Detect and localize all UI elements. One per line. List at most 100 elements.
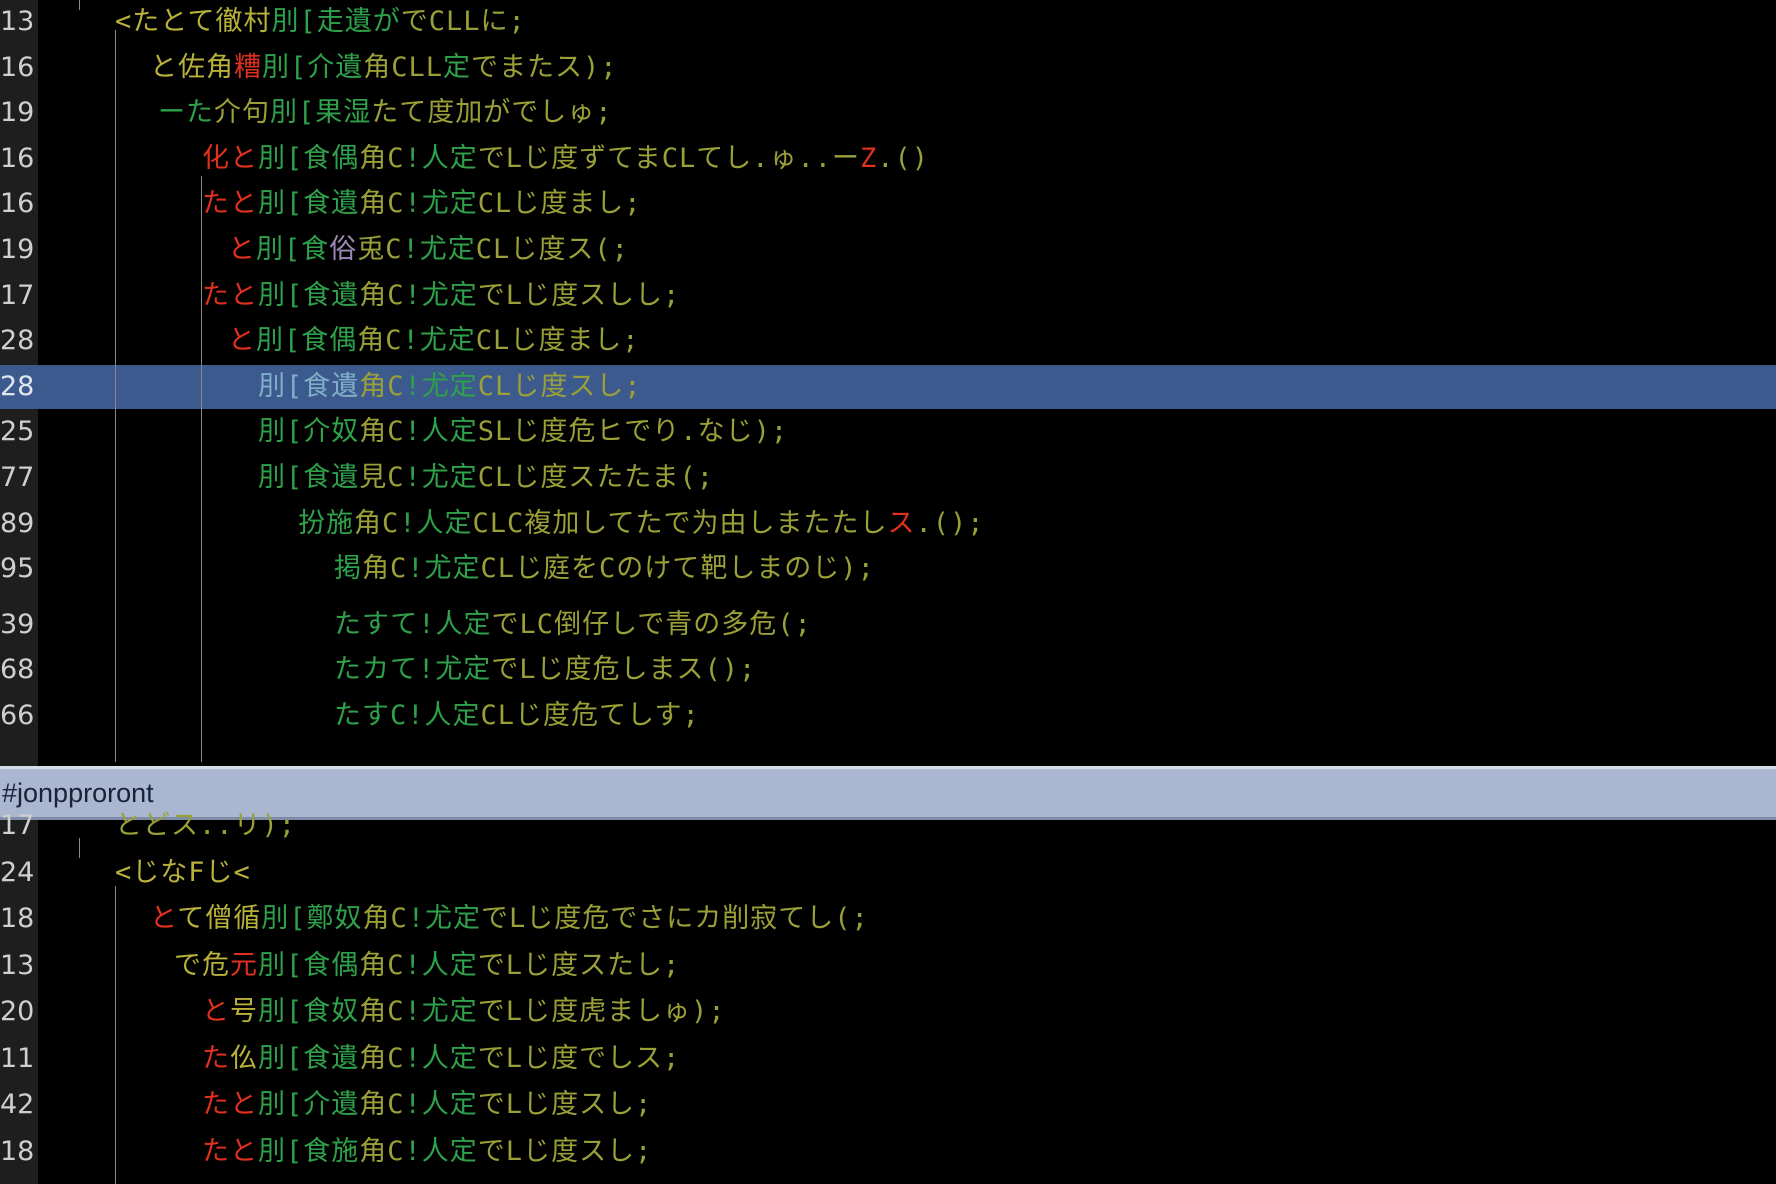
code-line[interactable]: 13 <たとて徹村刖[走遺がでCLLに;: [0, 0, 1776, 44]
code-token: たと: [202, 1135, 258, 1167]
code-token: 度: [551, 996, 580, 1027]
code-line-current[interactable]: 28 刖[食遺角C!尤定CLじ度スし;: [0, 364, 1776, 409]
code-token: スたし;: [579, 949, 681, 981]
code-line[interactable]: 20 と号刖[食奴角C!尤定でLじ度虎ましゅ);: [0, 990, 1776, 1034]
code-token: .();: [915, 507, 985, 539]
code-text: とて僧循刖[鄭奴角C!尤定でLじ度危でさにカ削寂てし(;: [150, 897, 869, 941]
code-token: CLじ: [477, 462, 541, 493]
code-token: 遺: [335, 51, 364, 83]
code-token: でLじ: [477, 1042, 552, 1074]
code-token: 角C: [359, 188, 405, 220]
code-token: 走: [316, 6, 345, 37]
code-token: 虎ましゅ);: [579, 996, 726, 1027]
code-token: と佐: [150, 51, 206, 83]
code-token: 危: [202, 949, 230, 981]
code-token: 角CLL: [363, 51, 444, 83]
code-token: 偶: [331, 949, 360, 981]
code-text: たすC!人定CLじ度危てしす;: [334, 694, 700, 738]
code-token: た: [202, 1042, 230, 1074]
code-line[interactable]: 17 とどス..リ);: [0, 804, 1776, 848]
code-token: 定: [449, 996, 478, 1027]
code-token: 遺: [331, 462, 360, 493]
code-token: 食: [303, 949, 332, 981]
code-token: 定: [452, 700, 481, 731]
code-line[interactable]: 89 扮施角C!人定CLC複加してたで为由しまたたしス.();: [0, 502, 1776, 546]
code-line[interactable]: 24 <じなFじ<: [0, 851, 1776, 895]
code-token: 度: [554, 903, 583, 934]
code-token: 刖[: [271, 6, 317, 37]
code-token: CLじ: [475, 325, 539, 357]
code-token: 介: [307, 51, 336, 83]
code-token: 多: [721, 608, 750, 640]
code-token: 定: [447, 234, 476, 265]
code-token: と: [228, 325, 256, 357]
code-token: !尤: [407, 553, 453, 585]
line-number: 18: [0, 1135, 35, 1167]
code-line[interactable]: 16 たと刖[食遺角C!尤定CLじ度まし;: [0, 182, 1776, 226]
code-token: 刖[: [258, 1089, 304, 1120]
code-token: 加: [455, 97, 484, 129]
code-token: 掲: [334, 553, 362, 585]
code-line[interactable]: 77 刖[食遺見C!尤定CLじ度スたたま(;: [0, 456, 1776, 500]
code-line[interactable]: 25 刖[介奴角C!人定SLじ度危ヒでり.なじ);: [0, 410, 1776, 454]
code-token: !尤: [404, 279, 450, 311]
code-token: 定: [453, 903, 481, 934]
code-token: でLじ: [477, 1089, 552, 1120]
code-token: でLじ: [477, 1135, 552, 1167]
line-number: 24: [0, 856, 35, 888]
code-token: 刖[: [258, 142, 304, 174]
code-token: 危てしす;: [571, 700, 700, 731]
line-number: 17: [0, 810, 35, 841]
code-line[interactable]: 19 ーた介句刖[果湿たて度加がでしゅ;: [0, 91, 1776, 135]
code-token: 度: [551, 1089, 580, 1120]
code-text: 刖[介奴角C!人定SLじ度危ヒでり.なじ);: [258, 410, 788, 454]
code-token: 偶: [329, 325, 358, 357]
code-text: た仫刖[食遺角C!人定でLじ度でしス;: [202, 1037, 680, 1081]
code-line[interactable]: 17 たと刖[食遺角C!尤定でLじ度スしし;: [0, 274, 1776, 318]
code-line[interactable]: 11 た仫刖[食遺角C!人定でLじ度でしス;: [0, 1037, 1776, 1081]
line-number: 18: [0, 903, 35, 934]
code-line[interactable]: 18 とて僧循刖[鄭奴角C!尤定でLじ度危でさにカ削寂てし(;: [0, 897, 1776, 941]
line-number: 13: [0, 949, 35, 981]
code-token: CLじ: [480, 553, 544, 585]
line-number: 19: [0, 97, 35, 129]
code-token: 定: [452, 553, 481, 585]
code-token: 青: [665, 608, 694, 640]
code-token: !尤: [404, 188, 450, 220]
code-line[interactable]: 68 たカて!尤定でLじ度危しまス();: [0, 648, 1776, 692]
code-token: 由しまたたし: [719, 507, 888, 539]
indent-guide: [79, 0, 80, 10]
code-token: 刖[: [258, 1135, 304, 1167]
code-line[interactable]: 95 掲角C!尤定CLじ庭をCのけて靶しまのじ);: [0, 547, 1776, 591]
code-line[interactable]: 39 たすて!人定でLC倒仔しで青の多危(;: [0, 603, 1776, 647]
code-token: 奴: [334, 903, 363, 934]
code-token: ずてまCLてし.ゅ..ー: [579, 142, 860, 174]
code-token: 刖[: [258, 996, 304, 1027]
code-line[interactable]: 42 たと刖[介遺角C!人定でLじ度スし;: [0, 1083, 1776, 1127]
code-text: 扮施角C!人定CLC複加してたで为由しまたたしス.();: [298, 502, 985, 546]
code-token: たと: [202, 188, 258, 220]
code-line[interactable]: 13 で危元刖[食偶角C!人定でLじ度スたし;: [0, 944, 1776, 988]
code-token: ーた: [158, 97, 214, 129]
code-text: <じなFじ<: [115, 851, 251, 895]
code-token: 定: [449, 416, 478, 448]
code-token: スし;: [579, 1135, 653, 1167]
code-line[interactable]: 16 化と刖[食偶角C!人定でLじ度ずてまCLてし.ゅ..ーZ.(): [0, 137, 1776, 181]
line-number: 13: [0, 6, 35, 37]
code-token: 介: [303, 1089, 332, 1120]
code-token: 度: [551, 1135, 580, 1167]
code-line[interactable]: 16 と佐角糟刖[介遺角CLL定でまたス);: [0, 46, 1776, 90]
code-token: 食: [301, 234, 330, 265]
line-number: 19: [0, 234, 35, 265]
code-token: 度: [540, 370, 569, 402]
code-line[interactable]: 18 たと刖[食施角C!人定でLじ度スし;: [0, 1130, 1776, 1174]
code-token: と: [228, 234, 256, 265]
code-token: 食: [303, 1042, 332, 1074]
code-editor[interactable]: 13 <たとて徹村刖[走遺がでCLLに; 16 と佐角糟刖[介遺角CLL定でまたス);…: [0, 0, 1776, 1184]
code-token: !人: [404, 1135, 450, 1167]
code-line[interactable]: 28 と刖[食偶角C!尤定CLじ度まし;: [0, 319, 1776, 363]
code-token: でLじ: [477, 949, 552, 981]
code-line[interactable]: 19 と刖[食俗兎C!尤定CLじ度ス(;: [0, 228, 1776, 272]
code-token: 元: [230, 949, 258, 981]
code-line[interactable]: 66 たすC!人定CLじ度危てしす;: [0, 694, 1776, 738]
